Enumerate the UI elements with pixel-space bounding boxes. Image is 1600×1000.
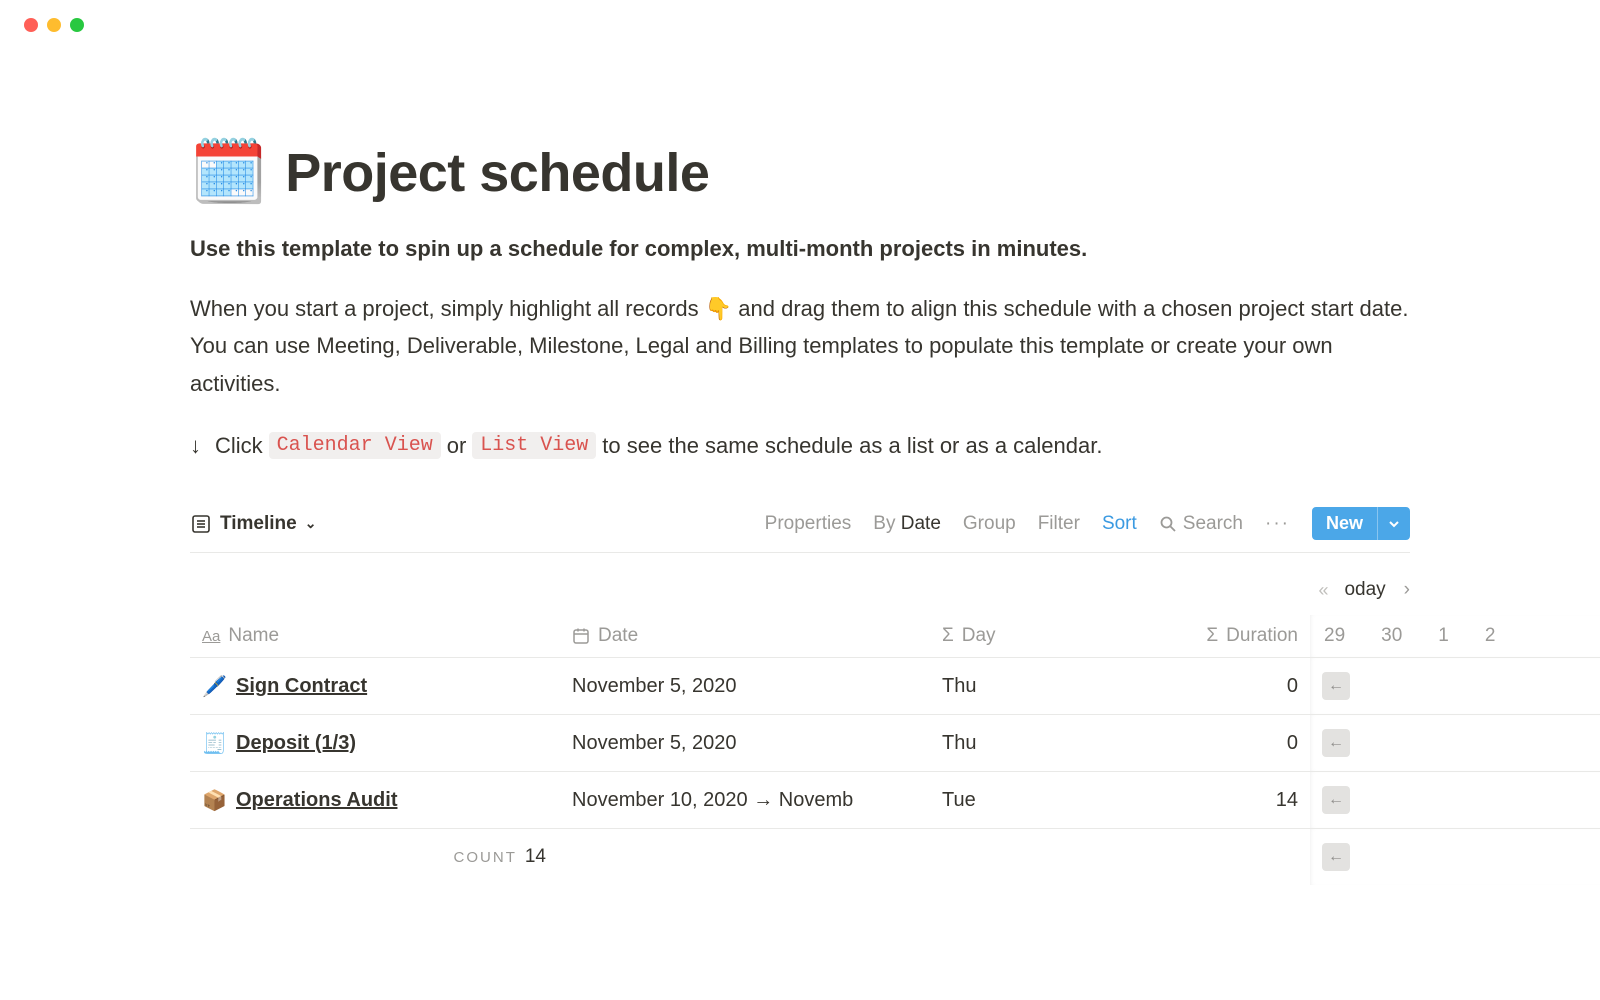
timeline-day-2: 2 [1485, 625, 1496, 647]
timeline-jump-left-icon[interactable]: ← [1322, 786, 1350, 814]
row-name-cell[interactable]: 🧾 Deposit (1/3) [190, 715, 560, 772]
sigma-icon: Σ [1206, 625, 1218, 647]
row-timeline-cell[interactable]: ← [1310, 772, 1600, 829]
new-button-label: New [1312, 507, 1377, 540]
timeline-view-icon [190, 513, 212, 535]
window-controls [0, 0, 1600, 32]
row-timeline-cell[interactable]: ← [1310, 829, 1600, 885]
text-property-icon: Aa [202, 628, 220, 645]
instruction-prefix: Click [215, 433, 263, 459]
row-duration-cell[interactable]: 0 [1120, 658, 1310, 715]
page-subtitle[interactable]: Use this template to spin up a schedule … [190, 236, 1410, 262]
search-label: Search [1183, 513, 1243, 535]
timeline-day-1: 1 [1438, 625, 1449, 647]
instruction-line[interactable]: ↓ Click Calendar View or List View to se… [190, 432, 1410, 459]
chevron-down-icon [1388, 518, 1400, 530]
row-day-cell[interactable]: Thu [930, 658, 1120, 715]
column-header-name[interactable]: Aa Name [190, 615, 560, 658]
close-window-icon[interactable] [24, 18, 38, 32]
sort-button[interactable]: Sort [1102, 513, 1137, 535]
by-date-button[interactable]: By Date [873, 513, 941, 535]
more-options-button[interactable]: ··· [1265, 513, 1290, 535]
sigma-icon: Σ [942, 625, 954, 647]
down-arrow-icon: ↓ [190, 433, 201, 459]
row-title: Deposit (1/3) [236, 732, 356, 755]
code-chip-list-view: List View [472, 432, 596, 459]
search-icon [1159, 515, 1177, 533]
row-duration-cell[interactable]: 14 [1120, 772, 1310, 829]
column-header-day[interactable]: Σ Day [930, 615, 1120, 658]
database-toolbar: Timeline ⌄ Properties By Date Group Filt… [190, 507, 1410, 553]
row-title: Sign Contract [236, 675, 367, 698]
page-body-text[interactable]: When you start a project, simply highlig… [190, 290, 1410, 402]
timeline-date-header[interactable]: 29 30 1 2 [1310, 615, 1600, 658]
pen-icon: 🖊️ [202, 674, 226, 699]
row-day-cell[interactable]: Tue [930, 772, 1120, 829]
row-date-cell[interactable]: November 5, 2020 [560, 658, 930, 715]
properties-button[interactable]: Properties [765, 513, 852, 535]
count-label: COUNT [454, 849, 517, 866]
search-button[interactable]: Search [1159, 513, 1243, 535]
package-icon: 📦 [202, 788, 226, 813]
row-timeline-cell[interactable]: ← [1310, 715, 1600, 772]
new-button-dropdown[interactable] [1377, 507, 1410, 540]
row-date-cell[interactable]: November 10, 2020 → Novemb [560, 772, 930, 829]
instruction-mid: or [447, 433, 467, 459]
minimize-window-icon[interactable] [47, 18, 61, 32]
row-date-cell[interactable]: November 5, 2020 [560, 715, 930, 772]
timeline-day-29: 29 [1324, 625, 1345, 647]
database-grid: Aa Name Date Σ Day Σ Duration 29 30 1 2 … [190, 615, 1410, 885]
row-name-cell[interactable]: 📦 Operations Audit [190, 772, 560, 829]
view-name: Timeline [220, 513, 297, 535]
filter-button[interactable]: Filter [1038, 513, 1080, 535]
row-duration-cell[interactable]: 0 [1120, 715, 1310, 772]
maximize-window-icon[interactable] [70, 18, 84, 32]
column-name-label: Name [228, 625, 279, 647]
timeline-jump-left-icon[interactable]: ← [1322, 672, 1350, 700]
timeline-prev-button[interactable]: « [1318, 580, 1326, 601]
group-button[interactable]: Group [963, 513, 1016, 535]
calendar-icon [572, 627, 590, 645]
by-prefix: By [873, 513, 895, 534]
row-timeline-cell[interactable]: ← [1310, 658, 1600, 715]
chevron-down-icon: ⌄ [305, 515, 317, 532]
count-value: 14 [525, 846, 546, 868]
instruction-suffix: to see the same schedule as a list or as… [602, 433, 1102, 459]
receipt-icon: 🧾 [202, 731, 226, 756]
row-title: Operations Audit [236, 789, 397, 812]
column-header-duration[interactable]: Σ Duration [1120, 615, 1310, 658]
new-button[interactable]: New [1312, 507, 1410, 540]
page-title[interactable]: Project schedule [285, 142, 709, 204]
column-day-label: Day [962, 625, 996, 647]
view-switcher[interactable]: Timeline ⌄ [190, 513, 316, 535]
code-chip-calendar-view: Calendar View [269, 432, 441, 459]
timeline-day-30: 30 [1381, 625, 1402, 647]
row-name-cell[interactable]: 🖊️ Sign Contract [190, 658, 560, 715]
page-emoji-icon[interactable]: 🗓️ [190, 142, 267, 204]
timeline-today-button[interactable]: oday [1344, 579, 1385, 601]
timeline-next-button[interactable]: › [1404, 579, 1410, 601]
count-footer: COUNT 14 [190, 829, 560, 885]
timeline-jump-left-icon[interactable]: ← [1322, 843, 1350, 871]
row-day-cell[interactable]: Thu [930, 715, 1120, 772]
timeline-nav: « oday › [190, 553, 1410, 615]
by-value: Date [901, 513, 941, 534]
column-header-date[interactable]: Date [560, 615, 930, 658]
timeline-jump-left-icon[interactable]: ← [1322, 729, 1350, 757]
column-duration-label: Duration [1226, 625, 1298, 647]
column-date-label: Date [598, 625, 638, 647]
